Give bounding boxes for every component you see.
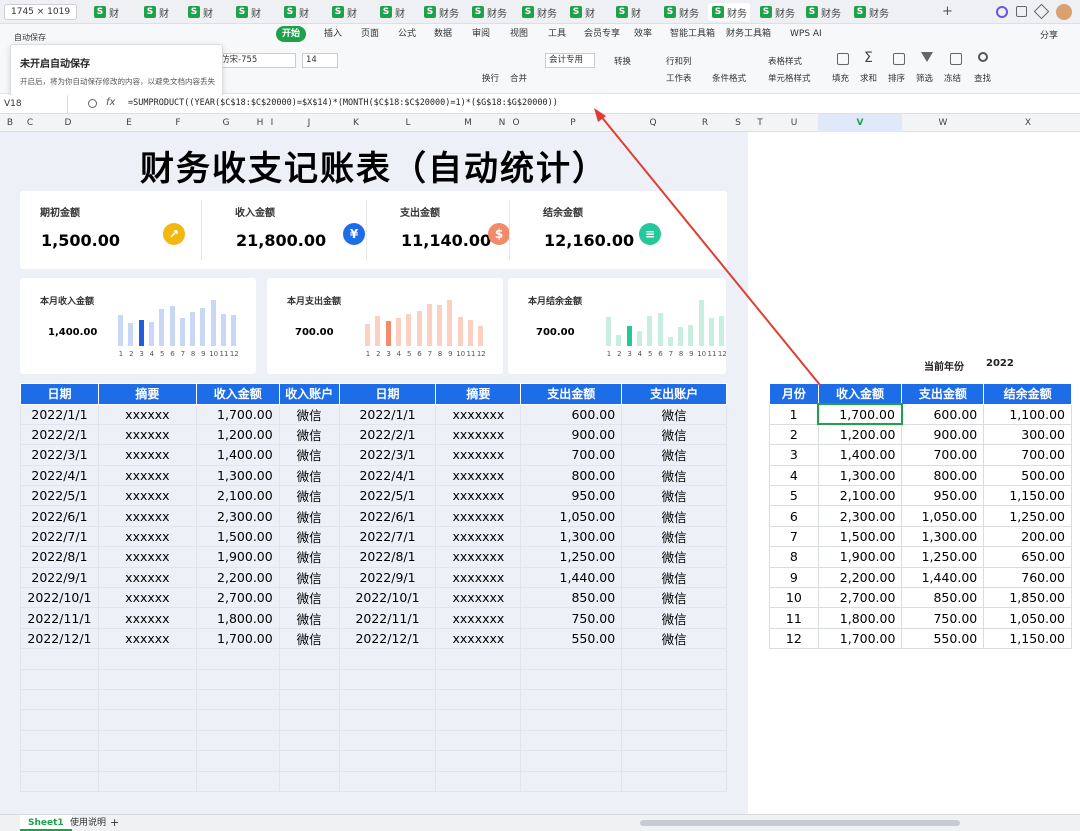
- add-sheet-icon[interactable]: +: [110, 816, 119, 829]
- horizontal-scrollbar[interactable]: [640, 820, 960, 826]
- annotation-arrow: [594, 108, 821, 386]
- sheet-tab-active[interactable]: Sheet1: [20, 815, 72, 831]
- sheet-tab-bar: Sheet1 使用说明 +: [0, 814, 1080, 831]
- sheet-tab[interactable]: 使用说明: [68, 815, 108, 831]
